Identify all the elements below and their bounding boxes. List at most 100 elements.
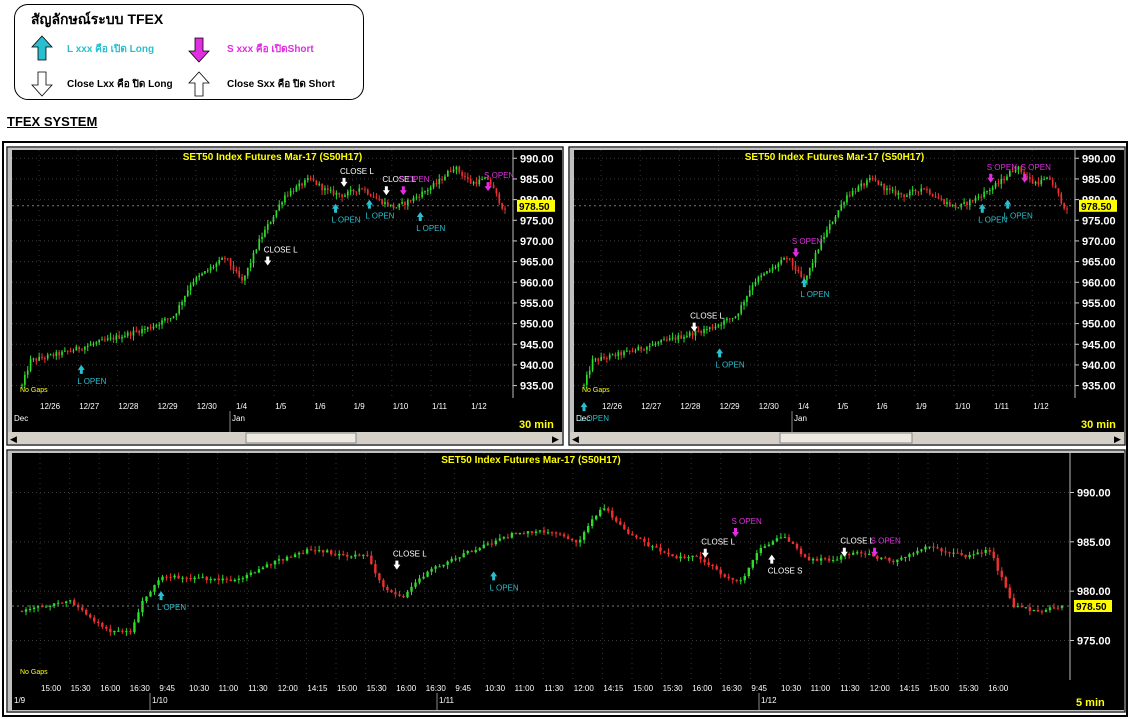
x-tick-label: 9:45 [159,684,175,693]
candle-body [135,330,138,332]
candle-body [663,339,665,341]
signal-label: L OPEN [490,583,519,592]
candle-body [304,180,306,186]
x-tick-label: 12:00 [574,684,595,693]
candle-body [344,195,346,197]
candle-body [728,318,731,320]
candle-body [1008,587,1011,598]
candle-body [317,550,321,552]
candle-body [293,554,297,558]
candle-body [438,178,441,184]
candle-body [655,546,658,548]
candle-body [783,257,785,260]
scroll-right-icon[interactable]: ▶ [1114,434,1121,444]
candle-body [225,578,228,580]
x-tick-label: 10:30 [189,684,210,693]
candle-body [920,188,923,192]
x-tick-label: 12/28 [680,402,701,411]
candle-body [204,271,206,274]
candle-body [651,344,654,346]
candle-body [600,356,603,361]
candle-body [774,266,777,268]
y-tick-label: 950.00 [1082,319,1116,331]
candle-body [464,175,466,178]
x-tick-label: 12/29 [158,402,179,411]
candle-body [735,579,738,581]
candle-body [994,183,997,188]
candle-body [660,340,663,343]
legend-box: สัญลักษณ์ระบบ TFEX L xxx คือ เปิด Long S… [14,4,364,100]
candle-body [828,224,831,230]
candle-body [839,555,843,560]
chart-bottom: 990.00 985.00 980.00 975.00 15:00 15:30 16:00 1… [6,449,1126,713]
candle-body [787,537,791,542]
candle-body [56,602,60,604]
candle-body [26,370,29,375]
candle-body [666,339,668,341]
y-tick-label: 945.00 [520,339,554,351]
candle-body [688,332,691,336]
candle-body [1054,184,1057,189]
candle-body [538,530,542,532]
candle-body [265,564,269,568]
candle-body [976,552,979,555]
scrollbar-thumb[interactable] [779,432,913,444]
candle-body [24,374,26,385]
candle-body [301,183,303,186]
candle-body [815,558,819,561]
candle-body [734,316,737,319]
candle-body [648,345,651,347]
candle-body [201,273,203,276]
candle-body [623,351,625,356]
candle-body [1006,176,1008,181]
scroll-right-icon[interactable]: ▶ [552,434,559,444]
candle-body [631,533,634,536]
x-tick-label: 1/10 [393,402,409,411]
candle-body [338,554,341,556]
candle-body [112,337,115,340]
candle-body [715,566,718,570]
candle-body [221,257,223,260]
candle-body [101,339,103,341]
candle-body [903,194,905,197]
signal-label: S OPEN [399,175,429,184]
date-label: 1/10 [152,696,168,705]
last-price-label: 978.50 [1076,602,1107,613]
candle-body [395,207,398,209]
candle-body [940,548,943,552]
candle-body [141,329,143,334]
candle-body [438,566,441,568]
scroll-left-icon[interactable]: ◀ [572,434,579,444]
legend-title: สัญลักษณ์ระบบ TFEX [31,11,164,27]
candle-body [647,542,650,547]
candle-body [823,236,825,240]
section-title: TFEX SYSTEM [7,114,98,129]
white-up-arrow-icon [188,71,210,97]
candle-body [554,532,558,534]
y-tick-label: 965.00 [520,257,554,269]
x-tick-label: 1/6 [314,402,326,411]
signal-label: CLOSE L [340,167,374,176]
candle-body [169,576,172,578]
candle-body [52,354,55,357]
candle-body [350,556,353,558]
candle-body [406,200,409,206]
legend-close-short: Close Sxx คือ ปิด Short [227,79,335,90]
candle-body [894,189,897,195]
candle-body [807,556,811,561]
candle-body [739,580,742,582]
candle-body [358,188,361,192]
scroll-left-icon[interactable]: ◀ [10,434,17,444]
candle-body [719,569,722,575]
plot-area [574,150,1075,398]
scrollbar-thumb[interactable] [245,432,357,444]
candle-body [582,532,586,540]
candle-body [201,576,204,578]
date-label: 1/9 [14,696,26,705]
candle-body [418,578,421,583]
last-price-label: 978.50 [519,202,550,213]
candle-body [189,285,192,291]
candle-body [617,352,620,357]
candle-body [714,326,717,329]
candle-body [218,259,221,264]
